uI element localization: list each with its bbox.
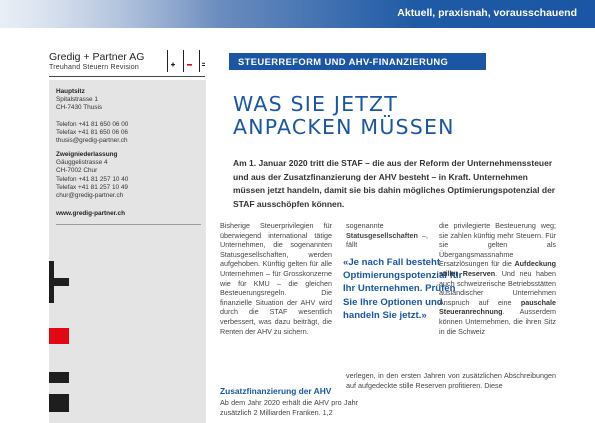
body-column-2: sogenannte Statusgesellschaften –, fällt: [346, 221, 428, 250]
hq-email[interactable]: thusis@gredig-partner.ch: [56, 137, 201, 145]
sidebar-divider: [56, 224, 201, 225]
logo-divider: [49, 76, 205, 77]
hq-city: CH-7430 Thusis: [56, 104, 103, 112]
section-bar: STEUERREFORM UND AHV-FINANZIERUNG: [229, 53, 486, 70]
hq-street: Spitalstrasse 1: [56, 96, 98, 104]
banner-photo: [0, 0, 220, 28]
title-line-2: ANPACKEN MÜSSEN: [233, 115, 455, 139]
logo-marks: [167, 50, 205, 72]
branch-street: Gäuggelistrasse 4: [56, 159, 108, 167]
minus-symbol-icon: [49, 328, 69, 344]
hq-address: Hauptsitz Spitalstrasse 1 CH-7430 Thusis…: [56, 88, 201, 145]
branch-fax: Telefax +41 81 257 10 49: [56, 183, 128, 191]
subheading-ahv: Zusatzfinanzierung der AHV: [220, 386, 332, 396]
branch-phone: Telefon +41 81 257 10 40: [56, 175, 129, 183]
company-services: Treuhand Steuern Revision: [49, 64, 139, 71]
header-banner: Aktuell, praxisnah, vorausschauend: [0, 0, 595, 28]
body-column-1: Bisherige Steuerprivilegien für überwieg…: [220, 221, 332, 336]
body-column-3: die privilegierte Besteuerung weg; sie z…: [439, 221, 556, 336]
hq-fax: Telefax +41 81 650 06 06: [56, 128, 128, 136]
branch-heading: Zweigniederlassung: [56, 151, 118, 158]
article-title: WAS SIE JETZT ANPACKEN MÜSSEN: [233, 93, 455, 139]
section-title: STEUERREFORM UND AHV-FINANZIERUNG: [238, 56, 449, 67]
website-link[interactable]: www.gredig-partner.ch: [56, 210, 125, 217]
address-sidebar: Hauptsitz Spitalstrasse 1 CH-7430 Thusis…: [49, 80, 206, 423]
article-lead: Am 1. Januar 2020 tritt die STAF – die a…: [233, 158, 556, 209]
banner-tagline: Aktuell, praxisnah, vorausschauend: [397, 7, 577, 19]
body-ahv-text: Ab dem Jahr 2020 erhält die AHV pro Jahr…: [220, 398, 358, 417]
title-line-1: WAS SIE JETZT: [233, 92, 398, 116]
col2-text-pre: sogenannte: [346, 221, 384, 230]
plus-symbol-icon: [49, 261, 69, 303]
equals-symbol-icon: [49, 372, 69, 412]
branch-address: Zweigniederlassung Gäuggelistrasse 4 CH-…: [56, 151, 201, 200]
company-name: Gredig + Partner AG: [49, 51, 145, 63]
branch-city: CH-7002 Chur: [56, 167, 98, 175]
body-continuation: verlegen, in den ersten Jahren von zusät…: [346, 371, 556, 390]
hq-heading: Hauptsitz: [56, 88, 85, 95]
branch-email[interactable]: chur@gredig-partner.ch: [56, 192, 201, 200]
col2-text-bold: Statusgesellschaften: [346, 230, 418, 240]
hq-phone: Telefon +41 81 650 06 00: [56, 120, 129, 128]
